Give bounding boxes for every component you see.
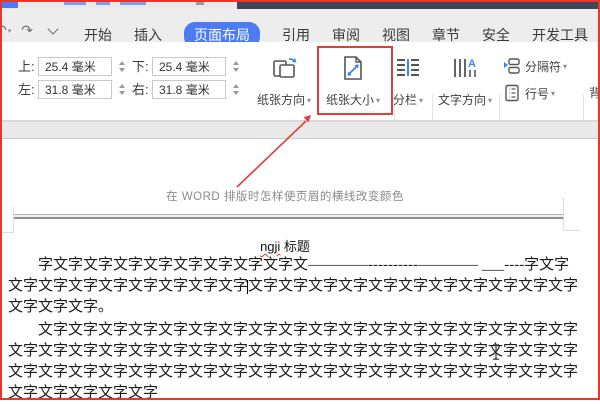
text-direction-icon: A	[449, 52, 481, 84]
document-background	[0, 121, 600, 138]
margin-right-stepper[interactable]	[231, 80, 240, 99]
redo-icon[interactable]: ↷	[21, 22, 33, 39]
chevron-down-icon: ▾	[563, 62, 567, 71]
titlebar-strip	[0, 0, 600, 9]
misspelled-word: ngji	[260, 239, 280, 254]
titlebar-fragment	[120, 2, 146, 5]
collapse-ribbon-icon[interactable]	[47, 23, 58, 34]
margin-mark	[0, 232, 13, 233]
breaks-button[interactable]: 分隔符▾	[503, 57, 567, 75]
margin-right-input[interactable]	[152, 80, 226, 99]
ribbon: 距▾ 上: 下: 左: 右: 纸张方向▾ 纸张大小▾	[0, 42, 600, 121]
paper-orientation-icon	[268, 52, 300, 84]
background-button-cutoff[interactable]: 背	[589, 84, 600, 101]
ibeam-cursor-icon	[490, 343, 502, 361]
paper-orientation-button[interactable]: 纸张方向▾	[251, 52, 317, 108]
quick-access-icons: ↶ ▾ ↷	[0, 22, 57, 39]
undo-caret-icon[interactable]: ▾	[8, 27, 12, 35]
line-numbers-button[interactable]: 行号▾	[503, 84, 555, 102]
margin-mark	[563, 198, 564, 231]
margin-left-stepper[interactable]	[117, 80, 126, 99]
chevron-down-icon: ▾	[488, 96, 492, 105]
paragraph: 字文字文字文字文字文字文字文字文字文————----------———— ___…	[8, 255, 580, 318]
margin-bottom-label: 下:	[132, 57, 149, 76]
margin-mark	[13, 207, 14, 233]
columns-icon	[393, 52, 423, 84]
undo-icon[interactable]: ↶	[0, 22, 7, 39]
text-cursor	[247, 280, 248, 294]
header-rule	[13, 214, 564, 219]
annotation-box	[317, 46, 393, 115]
chevron-down-icon: ▾	[419, 96, 423, 105]
chevron-down-icon: ▾	[551, 89, 555, 98]
breaks-icon	[503, 57, 521, 75]
margin-top-stepper[interactable]	[117, 57, 126, 76]
margin-bottom-stepper[interactable]	[231, 57, 240, 76]
titlebar-fragment	[196, 2, 204, 5]
titlebar-dark-area	[237, 0, 600, 9]
margin-left-label: 左:	[18, 80, 35, 99]
menubar: ↶ ▾ ↷ 开始 插入 页面布局 引用 审阅 视图 章节 安全 开发工具 特色功…	[0, 9, 600, 42]
margin-top-label: 上:	[18, 57, 35, 76]
margin-right-label: 右:	[132, 80, 149, 99]
margin-bottom-input[interactable]	[152, 57, 226, 76]
text-direction-button[interactable]: A 文字方向▾	[434, 52, 496, 108]
margin-mark	[563, 230, 580, 231]
app-logo	[2, 1, 18, 8]
margin-left-input[interactable]	[38, 80, 112, 99]
line-numbers-icon	[503, 84, 521, 102]
titlebar-fragment	[64, 2, 86, 5]
margin-top-input[interactable]	[38, 57, 112, 76]
page-header-text: 在 WORD 排版时怎样使页眉的横线改变颜色	[0, 188, 570, 204]
titlebar-fragment	[96, 2, 110, 5]
svg-text:A: A	[468, 58, 476, 70]
paragraph: 文字文字文字文字文字文字文字文字文字文字文字文字文字文字文字文字文字文字文字文字…	[8, 320, 580, 404]
document-body[interactable]: 字文字文字文字文字文字文字文字文字文————----------———— ___…	[8, 255, 580, 404]
document-heading: ngji 标题	[0, 236, 570, 255]
chevron-down-icon: ▾	[307, 96, 311, 105]
